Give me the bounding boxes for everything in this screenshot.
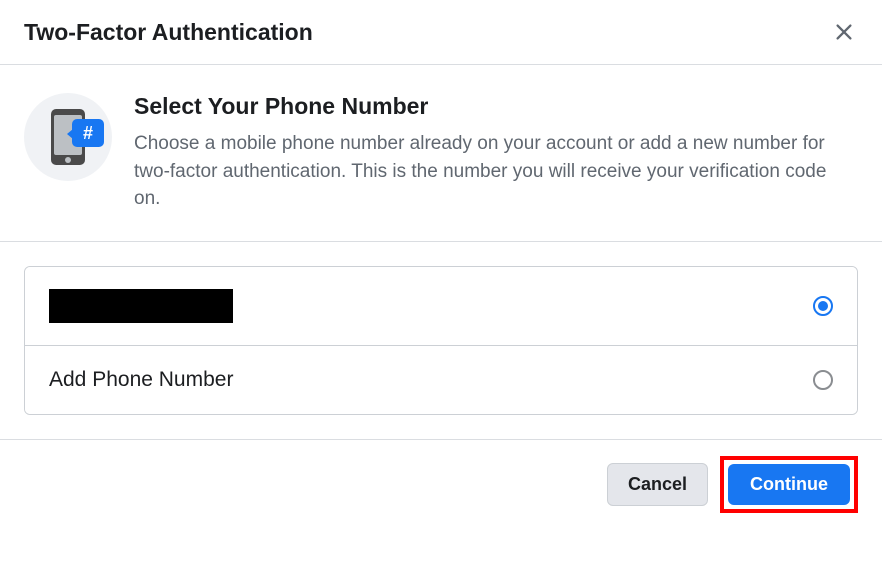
section-description: Choose a mobile phone number already on …	[134, 130, 858, 213]
add-phone-label: Add Phone Number	[49, 368, 233, 392]
section-heading: Select Your Phone Number	[134, 93, 858, 120]
radio-selected[interactable]	[813, 296, 833, 316]
phone-number-redacted	[49, 289, 233, 323]
close-icon	[833, 21, 855, 43]
dialog-footer: Cancel Continue	[0, 440, 882, 529]
phone-hash-icon: #	[24, 93, 112, 181]
close-button[interactable]	[830, 18, 858, 46]
options-section: Add Phone Number	[0, 242, 882, 440]
phone-options-list: Add Phone Number	[24, 266, 858, 415]
modal-header: Two-Factor Authentication	[0, 0, 882, 65]
phone-option-existing[interactable]	[25, 267, 857, 345]
continue-highlight-box: Continue	[720, 456, 858, 513]
modal-title: Two-Factor Authentication	[24, 19, 313, 46]
radio-unselected[interactable]	[813, 370, 833, 390]
continue-button[interactable]: Continue	[728, 464, 850, 505]
phone-option-add[interactable]: Add Phone Number	[25, 345, 857, 414]
content-text: Select Your Phone Number Choose a mobile…	[134, 93, 858, 213]
cancel-button[interactable]: Cancel	[607, 463, 708, 506]
content-section: # Select Your Phone Number Choose a mobi…	[0, 65, 882, 242]
